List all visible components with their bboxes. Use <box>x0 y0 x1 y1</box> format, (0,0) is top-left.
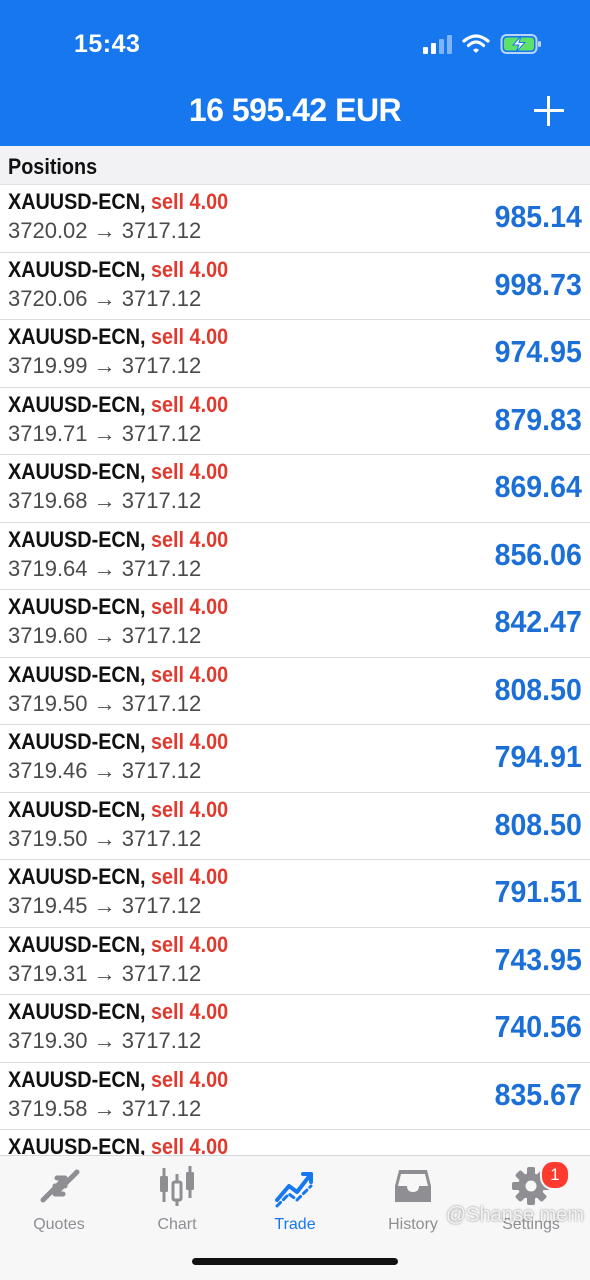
position-row[interactable]: XAUUSD-ECN, sell 4.00 3719.46 → 3717.12 … <box>0 725 590 793</box>
position-row[interactable]: XAUUSD-ECN, sell 4.00 3719.45 → 3717.12 … <box>0 860 590 928</box>
position-row[interactable]: XAUUSD-ECN, sell 4.00 3719.50 → 3717.12 … <box>0 658 590 725</box>
position-row[interactable]: XAUUSD-ECN, sell 4.00 3719.50 → 3717.12 … <box>0 793 590 860</box>
position-row[interactable]: XAUUSD-ECN, sell 4.00 3719.64 → 3717.12 … <box>0 523 590 590</box>
position-row[interactable]: XAUUSD-ECN, sell 4.00 3719.58 → 3717.12 … <box>0 1063 590 1130</box>
position-prices: 3719.60 → 3717.12 <box>8 623 202 648</box>
position-profit: 808.50 <box>494 806 582 842</box>
positions-section-header: Positions <box>0 146 590 185</box>
position-side: sell 4.00 <box>151 999 229 1024</box>
position-prices: 3719.71 → 3717.12 <box>8 420 202 446</box>
position-row[interactable]: XAUUSD-ECN, sell 4.00 3719.31 → 3717.12 … <box>0 928 590 995</box>
position-profit: 842.47 <box>494 604 582 639</box>
position-profit: 879.83 <box>494 401 582 437</box>
position-symbol: XAUUSD-ECN <box>8 391 141 417</box>
positions-list: XAUUSD-ECN, sell 4.00 3720.02 → 3717.12 … <box>0 185 590 1155</box>
candlestick-chart-icon <box>160 1166 194 1206</box>
add-position-button[interactable] <box>534 96 564 126</box>
tab-label: Trade <box>274 1216 316 1233</box>
position-side: sell 4.00 <box>151 796 229 822</box>
watermark: @Shanse mem <box>445 1204 584 1226</box>
position-side: sell 4.00 <box>151 1066 229 1092</box>
position-row[interactable]: XAUUSD-ECN, sell 4.00 3720.02 → 3717.12 … <box>0 185 590 253</box>
position-symbol: XAUUSD-ECN <box>8 526 141 552</box>
position-profit: 998.73 <box>494 266 582 302</box>
position-symbol: XAUUSD-ECN <box>8 324 141 349</box>
trade-trend-icon <box>275 1172 313 1208</box>
tab-quotes[interactable]: Quotes <box>0 1164 118 1244</box>
position-symbol: XAUUSD-ECN <box>8 796 141 822</box>
position-symbol: XAUUSD-ECN <box>8 594 141 619</box>
position-row[interactable]: XAUUSD-ECN, sell 4.00 3719.99 → 3717.12 … <box>0 320 590 388</box>
position-profit: 743.95 <box>494 941 582 977</box>
header-bar: 15:43 16 595.42 EUR <box>0 0 590 146</box>
position-prices: 3719.64 → 3717.12 <box>8 555 202 581</box>
position-prices: 3719.30 → 3717.12 <box>8 1028 202 1053</box>
position-symbol: XAUUSD-ECN <box>8 661 141 687</box>
status-time: 15:43 <box>74 30 141 58</box>
home-indicator[interactable] <box>192 1258 398 1265</box>
notification-badge: 1 <box>540 1160 570 1190</box>
position-prices: 3720.02 → 3717.12 <box>8 218 202 243</box>
position-symbol: XAUUSD-ECN <box>8 729 141 754</box>
position-profit: 808.50 <box>494 671 582 707</box>
position-profit: 835.67 <box>494 1076 582 1112</box>
tab-chart[interactable]: Chart <box>118 1164 236 1244</box>
wifi-icon <box>462 34 490 53</box>
position-prices: 3719.68 → 3717.12 <box>8 488 202 513</box>
position-prices: 3719.99 → 3717.12 <box>8 353 202 378</box>
position-profit: 791.51 <box>494 874 582 909</box>
position-symbol: XAUUSD-ECN <box>8 931 141 957</box>
position-profit: 794.91 <box>494 739 582 774</box>
position-side: sell 4.00 <box>151 391 229 417</box>
position-symbol: XAUUSD-ECN <box>8 459 141 484</box>
position-side: sell 4.00 <box>151 459 229 484</box>
position-side: sell 4.00 <box>151 526 229 552</box>
position-symbol: XAUUSD-ECN <box>8 256 141 282</box>
position-symbol: XAUUSD-ECN <box>8 189 141 214</box>
tab-trade[interactable]: Trade <box>236 1164 354 1244</box>
position-side: sell 4.00 <box>151 661 229 687</box>
section-title: Positions <box>8 154 98 179</box>
position-symbol: XAUUSD-ECN <box>8 864 141 889</box>
position-side: sell 4.00 <box>151 931 229 957</box>
position-side: sell 4.00 <box>151 594 229 619</box>
position-symbol: XAUUSD-ECN <box>8 999 141 1024</box>
position-prices: 3719.50 → 3717.12 <box>8 690 202 716</box>
position-prices: 3719.46 → 3717.12 <box>8 758 202 783</box>
position-profit: 985.14 <box>494 199 582 234</box>
position-prices: 3720.06 → 3717.12 <box>8 285 202 311</box>
battery-charging-icon <box>500 34 541 54</box>
position-profit: 856.06 <box>494 536 582 572</box>
position-row[interactable]: XAUUSD-ECN, sell 4.00 3720.06 → 3717.12 … <box>0 253 590 320</box>
position-prices: 3719.45 → 3717.12 <box>8 893 202 918</box>
position-row[interactable]: XAUUSD-ECN, sell 4.00 <box>0 1130 590 1155</box>
position-row[interactable]: XAUUSD-ECN, sell 4.00 3719.68 → 3717.12 … <box>0 455 590 523</box>
position-side: sell 4.00 <box>151 324 229 349</box>
position-row[interactable]: XAUUSD-ECN, sell 4.00 3719.30 → 3717.12 … <box>0 995 590 1063</box>
position-row[interactable]: XAUUSD-ECN, sell 4.00 3719.60 → 3717.12 … <box>0 590 590 658</box>
tab-label: Quotes <box>33 1216 85 1233</box>
position-side: sell 4.00 <box>151 189 229 214</box>
position-side: sell 4.00 <box>151 256 229 282</box>
position-side: sell 4.00 <box>151 864 229 889</box>
position-profit: 869.64 <box>494 469 582 504</box>
tab-label: Chart <box>157 1216 197 1233</box>
position-prices: 3719.58 → 3717.12 <box>8 1095 202 1121</box>
position-profit: 974.95 <box>494 334 582 369</box>
position-side: sell 4.00 <box>151 729 229 754</box>
status-icons <box>422 32 542 56</box>
position-side: sell 4.00 <box>151 1134 229 1155</box>
account-balance-title: 16 595.42 EUR <box>188 92 402 128</box>
position-row[interactable]: XAUUSD-ECN, sell 4.00 3719.71 → 3717.12 … <box>0 388 590 455</box>
position-symbol: XAUUSD-ECN <box>8 1134 141 1155</box>
position-prices: 3719.31 → 3717.12 <box>8 960 202 986</box>
mt-trade-screen: 15:43 16 595.42 EUR Positions XAUUSD-ECN… <box>0 0 590 1280</box>
inbox-history-icon <box>395 1170 431 1202</box>
position-profit: 740.56 <box>494 1009 582 1044</box>
position-prices: 3719.50 → 3717.12 <box>8 825 202 851</box>
quotes-arrows-icon <box>40 1169 80 1203</box>
signal-icon <box>423 35 452 54</box>
position-symbol: XAUUSD-ECN <box>8 1066 141 1092</box>
